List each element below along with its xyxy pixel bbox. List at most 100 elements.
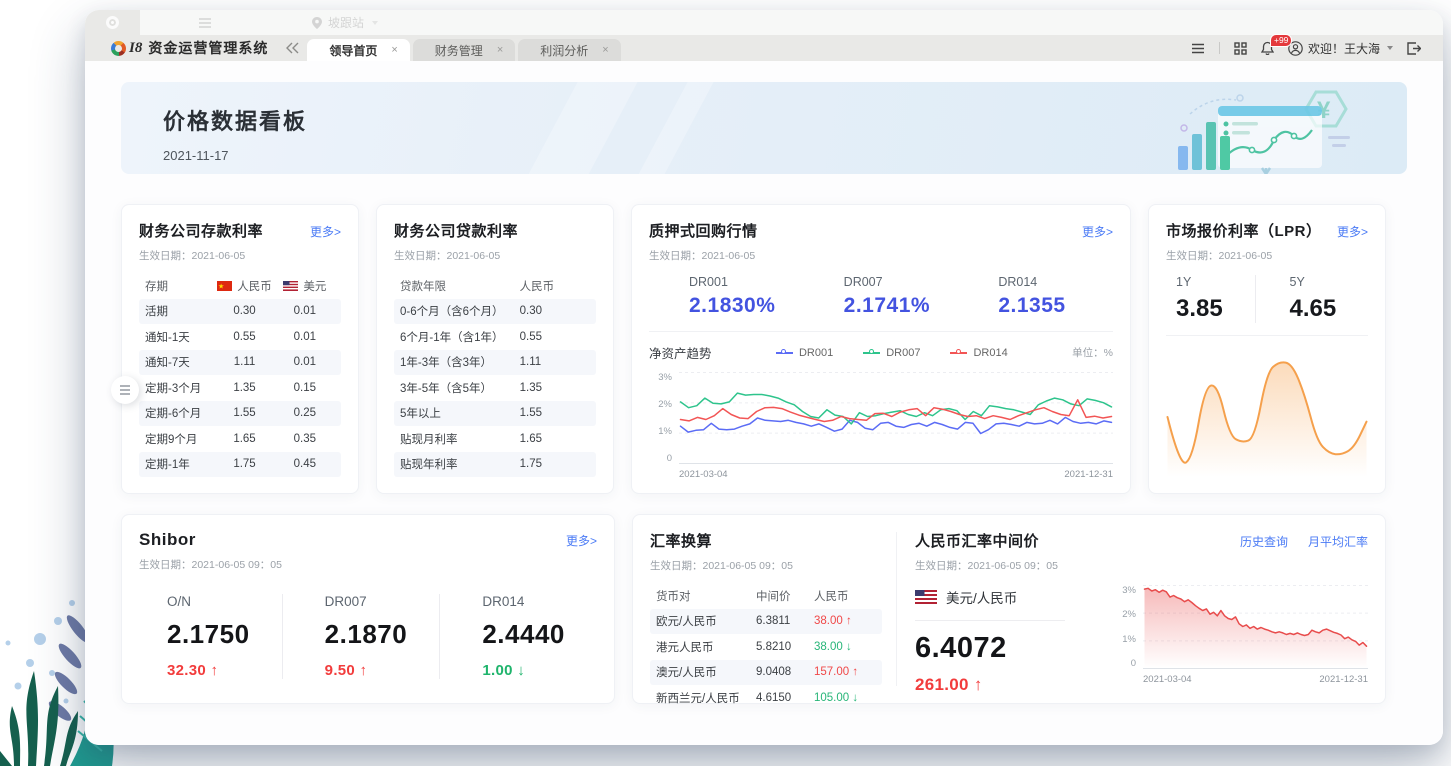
x-axis: 2021-03-042021-12-31 <box>1143 674 1368 685</box>
table-row: 通知-7天1.110.01 <box>139 350 341 376</box>
fx-card: 汇率换算 生效日期：2021-06-05 09：05 货币对 中间价 人民币 欧… <box>632 514 1386 704</box>
logo-mark: I8 <box>129 40 142 57</box>
apps-grid-icon[interactable] <box>1234 42 1247 55</box>
svg-text:★: ★ <box>218 282 224 290</box>
divider <box>896 532 897 686</box>
loan-rate-card: 财务公司贷款利率 生效日期：2021-06-05 贷款年限 人民币 0-6个月（… <box>376 204 614 494</box>
more-link[interactable]: 更多> <box>1082 223 1113 240</box>
card-title: 财务公司贷款利率 <box>394 220 518 241</box>
table-header: 货币对 中间价 人民币 <box>650 583 882 609</box>
notification-bell-icon[interactable]: +99 <box>1261 41 1274 55</box>
table-row: 1年-3年（含3年）1.11 <box>394 350 596 376</box>
lpr-stats: 1Y 3.85 5Y 4.65 <box>1166 275 1368 336</box>
deposit-rate-table: 存期 ★ 人民币 美元 活期0.300.01通知-1天0.550.01通知-7天… <box>139 273 341 477</box>
more-link[interactable]: 更多> <box>310 223 341 240</box>
loan-rate-table: 贷款年限 人民币 0-6个月（含6个月）0.306个月-1年（含1年）0.551… <box>394 273 596 477</box>
tab-profit-analysis[interactable]: 利润分析 × <box>518 39 620 61</box>
legend-item: DR014 <box>950 347 1007 359</box>
stat-dr014: DR014 2.1355 <box>958 275 1113 318</box>
sidebar-expand-handle[interactable] <box>111 376 139 404</box>
legend-item: DR001 <box>776 347 833 359</box>
delta-value: 261.00 ↑ <box>915 675 1113 695</box>
chevron-down-icon <box>1387 46 1393 50</box>
effective-date: 生效日期：2021-06-05 <box>1166 248 1368 263</box>
table-row: 新西兰元/人民币4.6150105.00 ↓ <box>650 685 882 711</box>
table-row: 定期-1年1.750.45 <box>139 452 341 478</box>
fx-table: 货币对 中间价 人民币 欧元/人民币6.381138.00 ↑港元人民币5.82… <box>650 583 882 711</box>
effective-date: 生效日期：2021-06-05 <box>394 248 596 263</box>
legend-marker-icon <box>950 352 967 354</box>
table-row: 定期-3个月1.350.15 <box>139 375 341 401</box>
history-query-link[interactable]: 历史查询 <box>1240 533 1288 550</box>
user-menu[interactable]: 欢迎！王大海 <box>1288 40 1393 57</box>
more-link[interactable]: 更多> <box>1337 223 1368 240</box>
table-header: 存期 ★ 人民币 美元 <box>139 273 341 299</box>
stat-on: O/N 2.1750 32.30 ↑ <box>139 594 282 679</box>
pin-icon <box>312 17 322 29</box>
legend-item: DR007 <box>863 347 920 359</box>
stat-dr007: DR007 2.1741% <box>804 275 959 318</box>
dashboard-content: 价格数据看板 2021-11-17 ¥ <box>85 61 1443 745</box>
card-title: 市场报价利率（LPR） <box>1166 220 1322 241</box>
chart-legend-row: 净资产趋势 DR001 DR007 DR014 单位：% <box>649 343 1113 362</box>
stat-dr007: DR007 2.1870 9.50 ↑ <box>282 594 440 679</box>
usa-flag-icon <box>283 281 298 291</box>
delta-value: 32.30 ↑ <box>167 662 282 679</box>
price-dashboard-banner: 价格数据看板 2021-11-17 ¥ <box>121 82 1407 174</box>
tab-close-icon[interactable]: × <box>497 44 503 56</box>
lpr-wave-chart <box>1166 350 1368 478</box>
tab-leader-home[interactable]: 领导首页 × <box>307 39 409 61</box>
tab-close-icon[interactable]: × <box>602 44 608 56</box>
table-row: 通知-1天0.550.01 <box>139 324 341 350</box>
stat-dr014: DR014 2.4440 1.00 ↓ <box>439 594 597 679</box>
tab-close-icon[interactable]: × <box>391 44 397 56</box>
welcome-text: 欢迎！王大海 <box>1308 40 1380 57</box>
chart-legend: DR001 DR007 DR014 <box>712 347 1073 359</box>
delta-value: 1.00 ↓ <box>482 662 597 679</box>
usa-flag-icon <box>915 590 937 604</box>
background-location: 坡跟站 <box>312 14 378 31</box>
trend-title: 净资产趋势 <box>649 343 712 362</box>
tabs-collapse-icon[interactable] <box>278 35 307 61</box>
china-flag-icon: ★ <box>217 281 232 291</box>
table-row: 活期0.300.01 <box>139 299 341 325</box>
stat-5y: 5Y 4.65 <box>1255 275 1369 323</box>
divider <box>915 620 1065 621</box>
delta-value: 9.50 ↑ <box>325 662 440 679</box>
table-row: 贴现月利率1.65 <box>394 426 596 452</box>
background-app-logo <box>85 10 140 35</box>
lpr-card: 市场报价利率（LPR） 更多> 生效日期：2021-06-05 1Y 3.85 … <box>1148 204 1386 494</box>
notification-badge: +99 <box>1270 34 1292 47</box>
cny-stat: 美元/人民币 6.4072 261.00 ↑ <box>915 581 1113 695</box>
table-row: 定期-6个月1.550.25 <box>139 401 341 427</box>
pair-label: 美元/人民币 <box>946 587 1017 607</box>
more-link[interactable]: 更多> <box>566 532 597 549</box>
monthly-avg-link[interactable]: 月平均汇率 <box>1308 533 1368 550</box>
area-plot <box>1143 585 1368 669</box>
repo-stats: DR001 2.1830% DR007 2.1741% DR014 2.1355 <box>649 275 1113 332</box>
table-row: 贴现年利率1.75 <box>394 452 596 478</box>
fx-conversion-section: 汇率换算 生效日期：2021-06-05 09：05 货币对 中间价 人民币 欧… <box>650 530 882 688</box>
repo-trend-chart: 3%2% 1%0 <box>649 372 1113 464</box>
background-menu-icon <box>198 18 212 28</box>
logo-ring-icon <box>111 41 126 56</box>
app-header: I8 资金运营管理系统 领导首页 × 财务管理 × 利润分析 × <box>85 35 1443 61</box>
card-title: 汇率换算 <box>650 530 712 551</box>
tab-bar: 领导首页 × 财务管理 × 利润分析 × <box>307 35 623 61</box>
app-brand: I8 资金运营管理系统 <box>85 35 278 61</box>
line-plot <box>679 372 1113 464</box>
unit-label: 单位：% <box>1072 345 1113 360</box>
shibor-card: Shibor 更多> 生效日期：2021-06-05 09：05 O/N 2.1… <box>121 514 615 704</box>
app-window: 坡跟站 I8 资金运营管理系统 领导首页 × 财务管理 × 利润分析 × <box>85 10 1443 745</box>
table-row: 港元人民币5.821038.00 ↓ <box>650 634 882 660</box>
shibor-stats: O/N 2.1750 32.30 ↑ DR007 2.1870 9.50 ↑ D… <box>139 594 597 679</box>
background-toolbar: 坡跟站 <box>85 10 1443 35</box>
logout-icon[interactable] <box>1407 42 1421 55</box>
cny-mid-value: 6.4072 <box>915 632 1113 665</box>
app-title: 资金运营管理系统 <box>148 38 268 58</box>
table-row: 0-6个月（含6个月）0.30 <box>394 299 596 325</box>
cny-mid-price-section: 人民币汇率中间价 历史查询 月平均汇率 生效日期：2021-06-05 09：0… <box>915 530 1368 688</box>
menu-icon[interactable] <box>1191 43 1205 54</box>
table-row: 欧元/人民币6.381138.00 ↑ <box>650 609 882 635</box>
tab-finance-mgmt[interactable]: 财务管理 × <box>413 39 515 61</box>
